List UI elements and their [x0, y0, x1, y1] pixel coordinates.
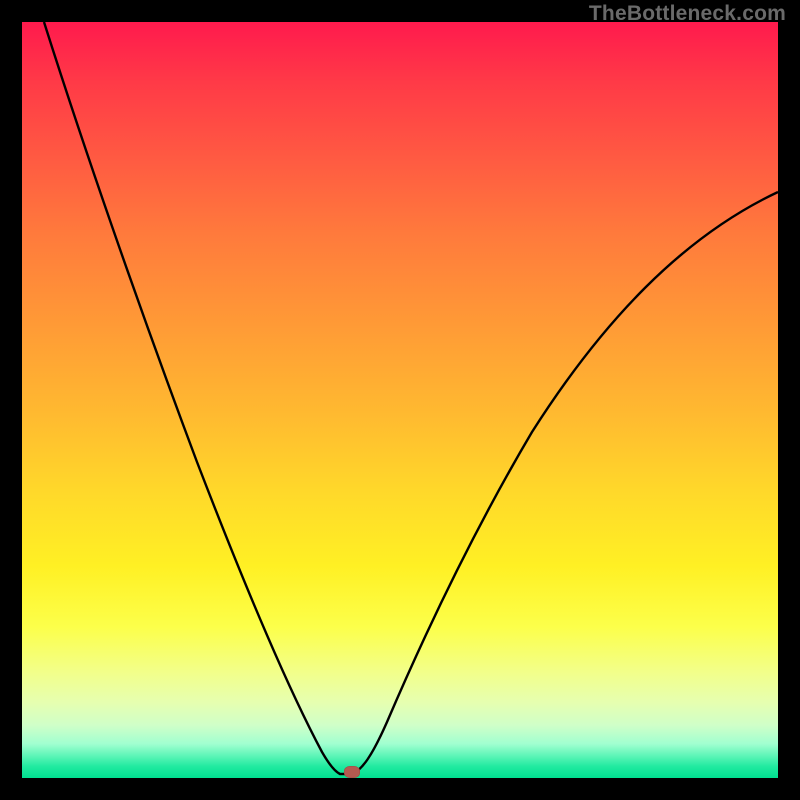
- chart-frame: TheBottleneck.com: [0, 0, 800, 800]
- bottleneck-curve: [22, 22, 778, 778]
- curve-right: [352, 192, 778, 774]
- watermark-text: TheBottleneck.com: [589, 2, 786, 26]
- plot-area: [22, 22, 778, 778]
- bottleneck-marker: [344, 766, 360, 778]
- curve-left: [44, 22, 352, 774]
